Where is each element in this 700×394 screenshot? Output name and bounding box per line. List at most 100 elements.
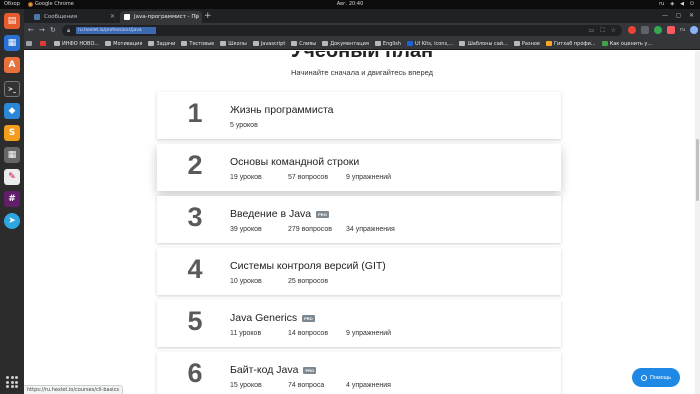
bookmark-item[interactable]: Гитхаб профи... <box>545 41 596 47</box>
exercises-count: 4 упражнения <box>346 382 391 389</box>
omnibox-actions: ▭ ⛶ ☆ <box>589 25 616 36</box>
course-card[interactable]: 6 Байт-код Java PRO 15 уроков 74 вопроса … <box>157 352 561 394</box>
show-apps-icon[interactable] <box>6 376 18 388</box>
notes-icon[interactable]: ✎ <box>4 169 20 185</box>
bookmark-item[interactable]: Задачи <box>148 41 175 47</box>
chrome-ext-icon[interactable] <box>628 26 636 34</box>
course-card[interactable]: 2 Основы командной строки 19 уроков 57 в… <box>157 144 561 191</box>
help-icon <box>640 374 647 381</box>
green-ext-icon[interactable] <box>654 26 662 34</box>
bookmark-item[interactable]: Документация <box>322 41 369 47</box>
tab-title: Java-программист - Пр <box>134 14 200 20</box>
lang-ext[interactable]: ru <box>680 26 685 34</box>
bookmark-item[interactable]: Javascript <box>252 41 285 47</box>
terminal-icon[interactable]: >_ <box>4 81 20 97</box>
browser-toolbar: ← → ↻ 🔒︎ ru.hexlet.io/professions/java ▭… <box>24 23 700 38</box>
course-title[interactable]: Java Generics PRO <box>230 312 315 324</box>
slack-icon[interactable]: # <box>4 191 20 207</box>
new-tab-button[interactable]: + <box>204 11 212 22</box>
bookmark-item[interactable] <box>26 41 34 46</box>
course-number: 4 <box>187 254 203 284</box>
folder-icon <box>513 41 520 46</box>
bookmark-item[interactable]: Тестовые <box>181 41 214 47</box>
power-icon[interactable]: ⏻ <box>690 0 694 9</box>
bookmark-item[interactable]: Разное <box>513 41 540 47</box>
writer-icon[interactable]: ▦ <box>4 35 20 51</box>
folder-icon <box>54 41 60 46</box>
exercises-count: 34 упражнения <box>346 226 395 233</box>
lessons-count: 19 уроков <box>230 174 262 181</box>
extension-icon[interactable] <box>641 26 649 34</box>
course-card[interactable]: 4 Системы контроля версий (GIT) 10 уроко… <box>157 248 561 295</box>
close-icon[interactable]: ✕ <box>110 11 115 23</box>
course-title[interactable]: Введение в Java PRO <box>230 208 329 220</box>
bookmark-item[interactable]: English <box>374 41 401 47</box>
address-bar[interactable]: 🔒︎ ru.hexlet.io/professions/java ▭ ⛶ ☆ <box>62 25 622 36</box>
questions-count: 74 вопроса <box>288 382 325 389</box>
hexlet-icon <box>124 14 130 20</box>
reload-icon[interactable]: ↻ <box>50 23 56 38</box>
software-center-icon[interactable]: A <box>4 57 20 73</box>
red-icon <box>40 41 46 46</box>
bookmark-item[interactable]: Мотивация <box>105 41 142 47</box>
page-subtitle: Начинайте сначала и двигайтесь вперед <box>290 68 434 77</box>
course-title[interactable]: Основы командной строки <box>230 156 359 168</box>
close-icon[interactable]: ✕ <box>194 11 199 23</box>
volume-icon[interactable]: ◀ <box>680 0 684 9</box>
close-window-icon[interactable]: ✕ <box>689 11 694 21</box>
vscode-icon[interactable]: ◆ <box>4 103 20 119</box>
sublime-icon[interactable]: S <box>4 125 20 141</box>
course-card[interactable]: 5 Java Generics PRO 11 уроков 14 вопросов… <box>157 300 561 347</box>
maximize-icon[interactable]: ◻ <box>676 11 681 21</box>
exercises-count: 9 упражнений <box>346 330 392 337</box>
bookmark-item[interactable]: Шаблоны сай... <box>459 41 508 47</box>
system-tray[interactable]: ru ◈ ◀ ⏻ <box>659 0 694 9</box>
scrollbar-thumb[interactable] <box>696 139 699 201</box>
app-name: Google Chrome <box>35 1 74 7</box>
folder-icon <box>291 41 298 46</box>
bookmark-star-icon[interactable]: ☆ <box>611 25 616 36</box>
help-label: Помощь <box>649 374 672 381</box>
activities-button[interactable]: Обзор <box>4 0 20 9</box>
course-title[interactable]: Жизнь программиста <box>230 104 334 116</box>
translate-icon[interactable]: ⛶ <box>600 25 604 36</box>
profile-avatar[interactable] <box>690 26 699 34</box>
network-icon[interactable]: ◈ <box>670 0 674 9</box>
course-card[interactable]: 1 Жизнь программиста 5 уроков <box>157 92 561 139</box>
dock: ▤ ▦ A >_ ◆ S ▦ ✎ # ➤ <box>0 9 24 394</box>
page-scrollbar[interactable] <box>695 51 700 394</box>
course-title[interactable]: Байт-код Java PRO <box>230 364 317 376</box>
calculator-icon[interactable]: ▦ <box>4 147 20 163</box>
questions-count: 57 вопросов <box>288 174 329 181</box>
clock[interactable]: Авг. 20:40 <box>337 0 364 9</box>
back-icon[interactable]: ← <box>28 23 34 38</box>
forward-icon[interactable]: → <box>39 23 45 38</box>
tab-hexlet[interactable]: Java-программист - Пр ✕ <box>120 11 202 23</box>
course-card[interactable]: 3 Введение в Java PRO 39 уроков 279 вопро… <box>157 196 561 243</box>
install-icon[interactable]: ▭ <box>589 25 595 36</box>
course-title[interactable]: Системы контроля версий (GIT) <box>230 260 386 272</box>
tab-strip: Сообщения ✕ Java-программист - Пр ✕ + — … <box>24 9 700 23</box>
minimize-icon[interactable]: — <box>662 11 668 21</box>
files-icon[interactable]: ▤ <box>4 13 20 29</box>
lang-indicator[interactable]: ru <box>659 0 664 9</box>
bookmark-item[interactable] <box>40 41 48 46</box>
url-text[interactable]: ru.hexlet.io/professions/java <box>76 27 156 34</box>
lessons-count: 11 уроков <box>230 330 262 337</box>
bookmark-item[interactable]: Слияы <box>291 41 316 47</box>
red-ext-icon[interactable] <box>667 26 675 34</box>
bookmark-item[interactable]: Как оценить у... <box>601 41 652 47</box>
app-menu[interactable]: Google Chrome <box>28 0 74 9</box>
telegram-icon[interactable]: ➤ <box>4 213 20 229</box>
lock-icon[interactable]: 🔒︎ <box>67 25 70 36</box>
course-number: 5 <box>187 306 203 336</box>
bookmark-item[interactable]: ИНФО НОВО... <box>54 41 99 47</box>
tab-messages[interactable]: Сообщения ✕ <box>30 11 118 23</box>
help-button[interactable]: Помощь <box>632 368 680 387</box>
folder-icon <box>181 41 188 46</box>
lessons-count: 5 уроков <box>230 122 258 129</box>
lessons-count: 15 уроков <box>230 382 262 389</box>
course-number: 6 <box>187 358 203 388</box>
bookmark-item[interactable]: UI Kits, icons,... <box>406 41 453 47</box>
bookmark-item[interactable]: Школы <box>220 41 247 47</box>
